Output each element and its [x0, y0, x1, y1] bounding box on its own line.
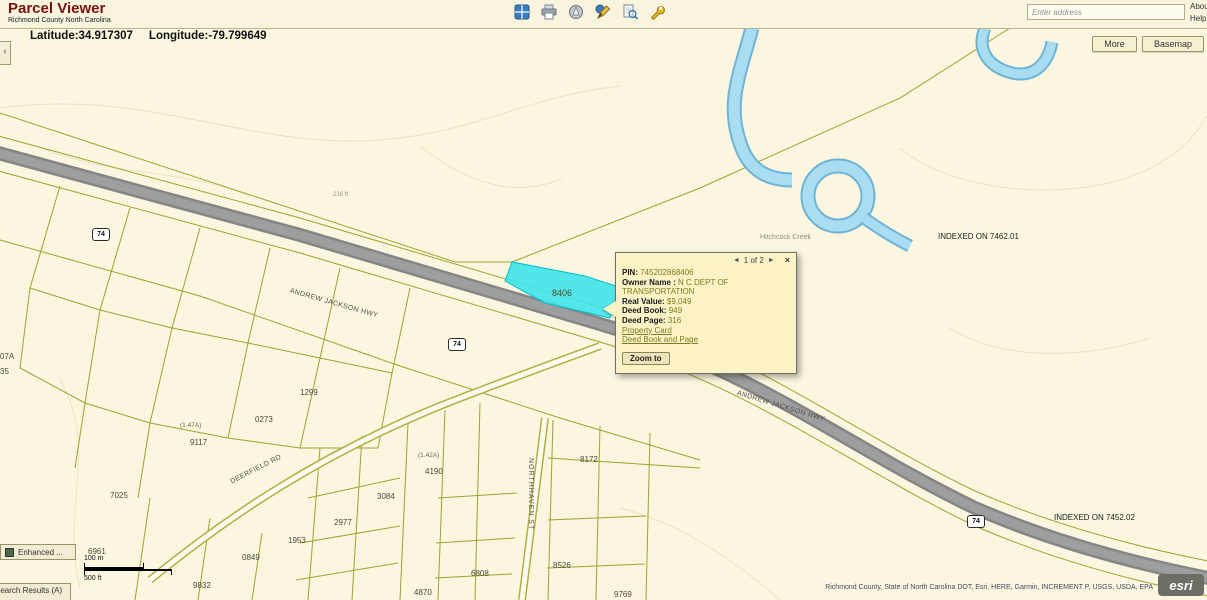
map-attribution: Richmond County, State of North Carolina…	[825, 584, 1153, 591]
parcel-label: 07A	[0, 352, 14, 361]
road-label-northhaven-st: NORTHHAVEN ST	[527, 458, 534, 530]
search-results-tab-label: Search Results (A)	[0, 586, 62, 595]
parcel-label: 9117	[190, 438, 207, 447]
popup-field-pin: PIN: 745202868406	[622, 268, 790, 278]
basemap-gallery-button[interactable]	[512, 2, 532, 22]
title-block: Parcel Viewer Richmond County North Caro…	[8, 1, 111, 25]
page-title: Parcel Viewer	[8, 1, 111, 17]
print-button[interactable]	[539, 2, 559, 22]
parcel-label: 3084	[377, 492, 395, 501]
zoom-to-button[interactable]: Zoom to	[622, 352, 670, 365]
scale-imperial-label: 500 ft	[84, 575, 172, 583]
creek-label: Hitchcock Creek	[760, 234, 811, 241]
indexed-area-label: INDEXED ON 7452.02	[1054, 513, 1135, 522]
coordinates-readout: Latitude:34.917307 Longitude:-79.799649	[30, 30, 267, 42]
property-card-link[interactable]: Property Card	[622, 326, 790, 336]
highway-andrew-jackson	[0, 131, 1207, 600]
parcel-label: 4870	[414, 588, 432, 597]
esri-logo: esri	[1158, 574, 1204, 596]
popup-field-deed-book: Deed Book: 949	[622, 306, 790, 316]
parcel-label: 0849	[242, 553, 260, 562]
enhanced-button-label: Enhanced ...	[18, 548, 63, 557]
identify-button[interactable]	[620, 2, 640, 22]
dimension-label: 236 ft	[333, 192, 348, 198]
scale-bar: 100 m 500 ft	[84, 555, 172, 583]
popup-pager: ◄ 1 of 2 ►	[733, 256, 775, 265]
parcel-label: 0273	[255, 415, 273, 424]
identify-popup: ◄ 1 of 2 ► × PIN: 745202868406 Owner Nam…	[615, 252, 797, 374]
parcel-label: 35	[0, 367, 9, 376]
popup-next-icon[interactable]: ►	[768, 257, 775, 264]
draw-button[interactable]	[593, 2, 613, 22]
parcel-area-label: (1.42A)	[418, 452, 439, 459]
draw-icon	[594, 3, 612, 21]
parcel-area-label: (1.47A)	[180, 422, 201, 429]
popup-body: PIN: 745202868406 Owner Name : N C DEPT …	[616, 265, 796, 369]
highlighted-parcel-label: 8406	[552, 288, 572, 298]
map-toolbar	[512, 2, 667, 22]
measure-icon	[567, 3, 585, 21]
popup-pointer	[603, 301, 616, 317]
parcel-label: 6808	[471, 569, 489, 578]
hitchcock-creek-water	[734, 28, 1052, 246]
header-links: About Help	[1190, 1, 1207, 25]
map-canvas[interactable]: Latitude:34.917307 Longitude:-79.799649 …	[0, 28, 1207, 600]
parcel-label: 1953	[288, 536, 306, 545]
parcel-label: 9832	[193, 581, 211, 590]
basemap-gallery-icon	[513, 3, 531, 21]
popup-close-icon[interactable]: ×	[785, 255, 790, 265]
parcel-label: 8172	[580, 455, 598, 464]
popup-field-owner: Owner Name : N C DEPT OF TRANSPORTATION	[622, 278, 790, 297]
search-address-input[interactable]	[1027, 4, 1185, 20]
indexed-area-label: INDEXED ON 7462.01	[938, 232, 1019, 241]
parcel-label: 2977	[334, 518, 352, 527]
help-link[interactable]: Help	[1190, 13, 1207, 25]
measure-button[interactable]	[566, 2, 586, 22]
route-74-shield: 74	[448, 338, 466, 351]
longitude-value: Longitude:-79.799649	[149, 30, 267, 42]
parcel-label: 1299	[300, 388, 318, 397]
print-icon	[540, 3, 558, 21]
tools-button[interactable]	[647, 2, 667, 22]
parcel-viewer-app: Parcel Viewer Richmond County North Caro…	[0, 0, 1207, 600]
search-results-tab[interactable]: Search Results (A)	[0, 583, 71, 600]
scale-metric-label: 100 m	[84, 555, 172, 563]
page-subtitle: Richmond County North Carolina	[8, 17, 111, 25]
popup-pager-text: 1 of 2	[744, 256, 764, 265]
basemap-button[interactable]: Basemap	[1142, 36, 1204, 52]
route-74-shield: 74	[967, 515, 985, 528]
tools-icon	[648, 3, 666, 21]
parcel-label: 9769	[614, 590, 632, 599]
sidebar-collapse-tab[interactable]: ‹	[0, 41, 11, 65]
esri-logo-text: esri	[1169, 578, 1192, 593]
about-link[interactable]: About	[1190, 1, 1207, 13]
popup-header: ◄ 1 of 2 ► ×	[616, 253, 796, 265]
enhanced-button-icon	[5, 548, 14, 557]
popup-field-deed-page: Deed Page: 316	[622, 316, 790, 326]
parcel-label: 4190	[425, 467, 443, 476]
popup-field-real-value: Real Value: $9,049	[622, 297, 790, 307]
parcel-label: 8526	[553, 561, 571, 570]
route-74-shield: 74	[92, 228, 110, 241]
deed-book-and-page-link[interactable]: Deed Book and Page	[622, 335, 790, 345]
enhanced-search-button[interactable]: Enhanced ...	[0, 544, 76, 560]
identify-icon	[621, 3, 639, 21]
more-button[interactable]: More	[1092, 36, 1137, 52]
header-bar: Parcel Viewer Richmond County North Caro…	[0, 0, 1207, 29]
latitude-value: Latitude:34.917307	[30, 30, 133, 42]
popup-prev-icon[interactable]: ◄	[733, 257, 740, 264]
parcel-label: 7025	[110, 491, 128, 500]
